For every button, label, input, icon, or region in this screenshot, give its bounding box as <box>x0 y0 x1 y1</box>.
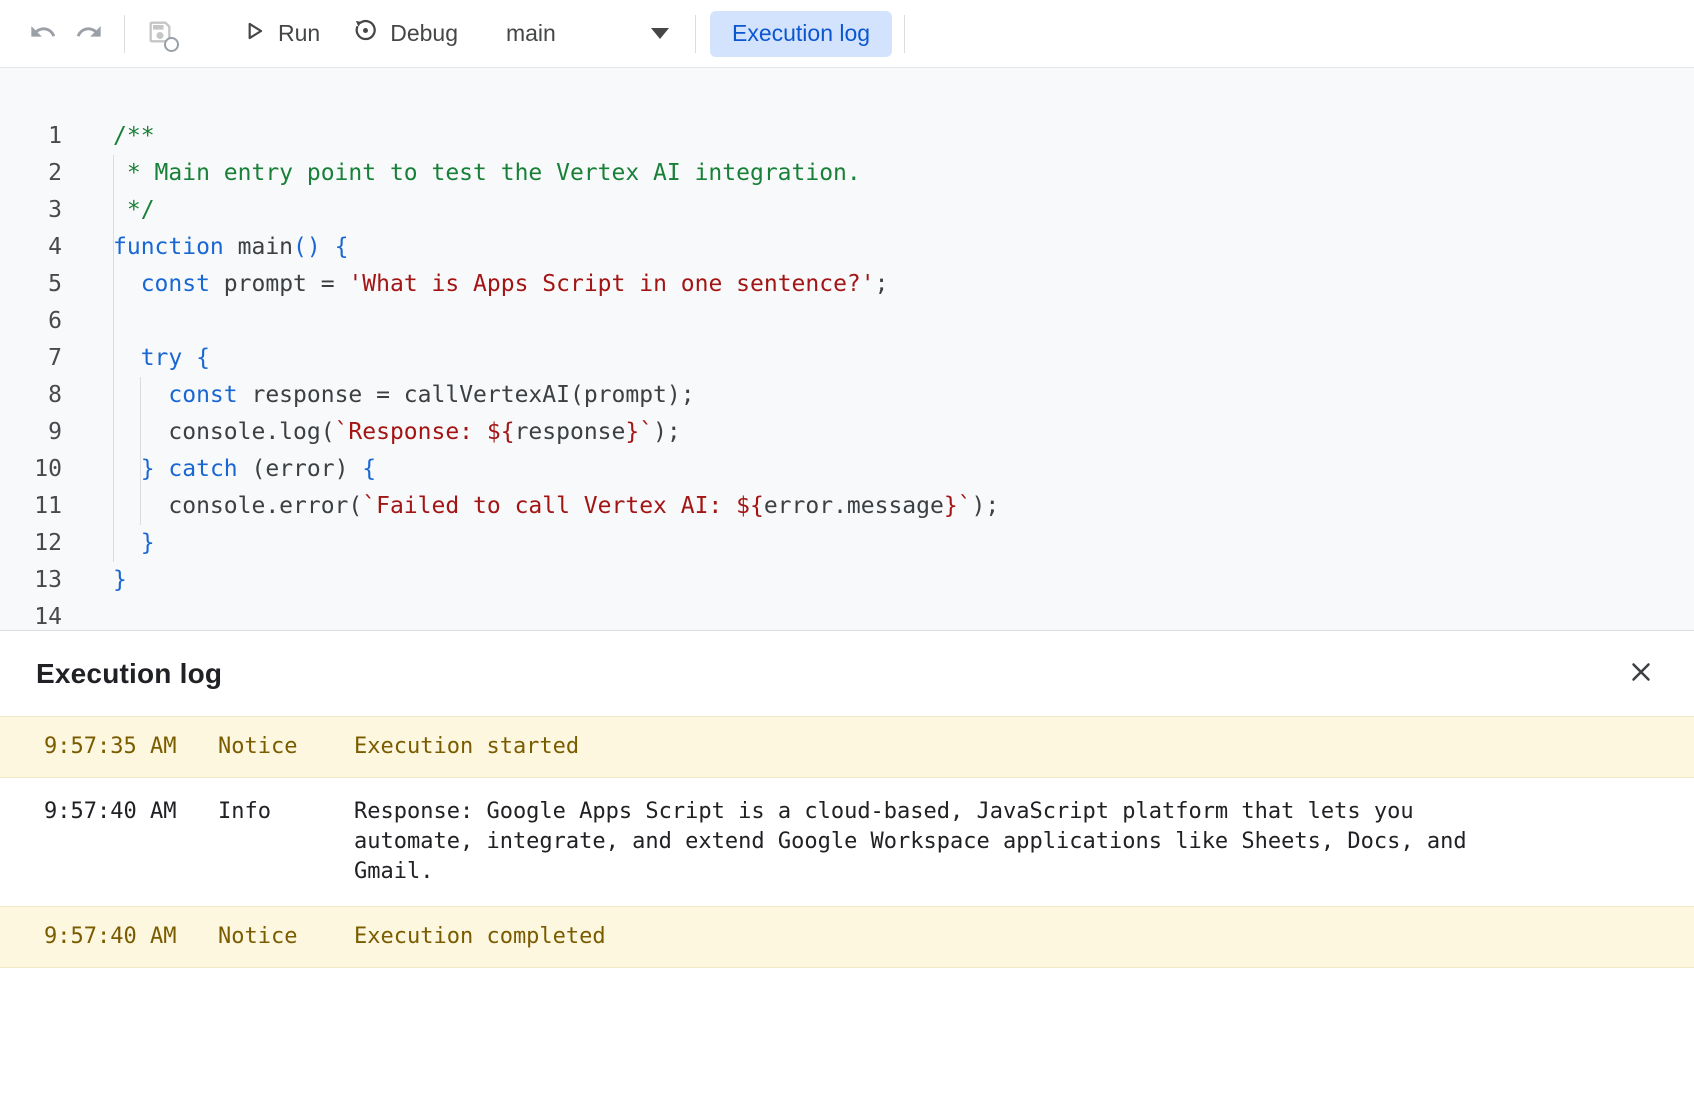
debug-icon <box>352 17 379 50</box>
line-number: 2 <box>0 155 62 192</box>
line-number: 11 <box>0 488 62 525</box>
save-button[interactable] <box>137 11 183 57</box>
code-line-text: * Main entry point to test the Vertex AI… <box>62 155 861 192</box>
log-entry-type: Notice <box>218 732 354 762</box>
line-number: 1 <box>0 118 62 155</box>
line-number: 10 <box>0 451 62 488</box>
line-number: 6 <box>0 303 62 340</box>
debug-button[interactable]: Debug <box>336 10 474 58</box>
run-icon <box>241 18 267 50</box>
code-line-text: } <box>62 525 155 562</box>
function-selector[interactable]: main <box>488 10 683 58</box>
line-number: 14 <box>0 599 62 630</box>
redo-button[interactable] <box>66 11 112 57</box>
run-label: Run <box>278 20 320 47</box>
log-entry: 9:57:35 AMNoticeExecution started <box>0 716 1694 778</box>
undo-icon <box>29 18 57 49</box>
code-line: 12 } <box>0 525 1694 562</box>
close-icon <box>1626 657 1656 690</box>
code-line: 2 * Main entry point to test the Vertex … <box>0 155 1694 192</box>
line-number: 8 <box>0 377 62 414</box>
log-entry-message: Response: Google Apps Script is a cloud-… <box>354 797 1494 887</box>
log-entry-message: Execution started <box>354 732 1494 762</box>
code-line-text: } catch (error) { <box>62 451 376 488</box>
code-line: 13} <box>0 562 1694 599</box>
code-line: 11 console.error(`Failed to call Vertex … <box>0 488 1694 525</box>
code-line-text: console.log(`Response: ${response}`); <box>62 414 681 451</box>
execution-log-panel: Execution log 9:57:35 AMNoticeExecution … <box>0 630 1694 1098</box>
code-line-text: } <box>62 562 127 599</box>
log-entry-time: 9:57:35 AM <box>44 732 218 762</box>
code-line-text: /** <box>62 118 155 155</box>
line-number: 9 <box>0 414 62 451</box>
undo-button[interactable] <box>20 11 66 57</box>
line-number: 4 <box>0 229 62 266</box>
code-line-text: const prompt = 'What is Apps Script in o… <box>62 266 889 303</box>
code-line-text <box>62 599 127 630</box>
toolbar-divider <box>904 15 905 53</box>
code-line-text: try { <box>62 340 210 377</box>
code-line: 4function main() { <box>0 229 1694 266</box>
toolbar-divider <box>124 15 125 53</box>
code-line: 1/** <box>0 118 1694 155</box>
function-selector-value: main <box>506 20 556 47</box>
dropdown-caret-icon <box>651 28 669 39</box>
code-line-text: const response = callVertexAI(prompt); <box>62 377 695 414</box>
apps-script-ide: Run Debug main Execution log 1/**2 * Mai… <box>0 0 1694 1098</box>
code-line: 5 const prompt = 'What is Apps Script in… <box>0 266 1694 303</box>
line-number: 3 <box>0 192 62 229</box>
run-button[interactable]: Run <box>225 10 336 58</box>
log-entry: 9:57:40 AMNoticeExecution completed <box>0 906 1694 968</box>
redo-icon <box>75 18 103 49</box>
code-line: 3 */ <box>0 192 1694 229</box>
code-line-text: console.error(`Failed to call Vertex AI:… <box>62 488 999 525</box>
code-line-text: */ <box>62 192 155 229</box>
log-entry-time: 9:57:40 AM <box>44 922 218 952</box>
close-button[interactable] <box>1618 651 1664 697</box>
code-editor[interactable]: 1/**2 * Main entry point to test the Ver… <box>0 68 1694 630</box>
line-number: 12 <box>0 525 62 562</box>
save-status-badge <box>164 37 179 52</box>
code-line: 10 } catch (error) { <box>0 451 1694 488</box>
log-entry-time: 9:57:40 AM <box>44 797 218 887</box>
line-number: 7 <box>0 340 62 377</box>
line-number: 13 <box>0 562 62 599</box>
execution-log-button[interactable]: Execution log <box>710 11 892 57</box>
code-line: 7 try { <box>0 340 1694 377</box>
code-line: 6 <box>0 303 1694 340</box>
toolbar: Run Debug main Execution log <box>0 0 1694 68</box>
code-lines: 1/**2 * Main entry point to test the Ver… <box>0 118 1694 630</box>
code-line: 9 console.log(`Response: ${response}`); <box>0 414 1694 451</box>
debug-label: Debug <box>390 20 458 47</box>
log-entry: 9:57:40 AMInfoResponse: Google Apps Scri… <box>0 778 1694 906</box>
code-line: 14 <box>0 599 1694 630</box>
log-entries: 9:57:35 AMNoticeExecution started9:57:40… <box>0 716 1694 968</box>
code-line-text: function main() { <box>62 229 348 266</box>
indent-guide <box>140 377 141 525</box>
code-line-text <box>62 303 127 340</box>
execution-log-header: Execution log <box>0 631 1694 716</box>
toolbar-divider <box>695 15 696 53</box>
execution-log-title: Execution log <box>36 658 222 690</box>
log-entry-message: Execution completed <box>354 922 1494 952</box>
indent-guide <box>113 155 114 562</box>
code-line: 8 const response = callVertexAI(prompt); <box>0 377 1694 414</box>
log-entry-type: Notice <box>218 922 354 952</box>
line-number: 5 <box>0 266 62 303</box>
log-entry-type: Info <box>218 797 354 887</box>
